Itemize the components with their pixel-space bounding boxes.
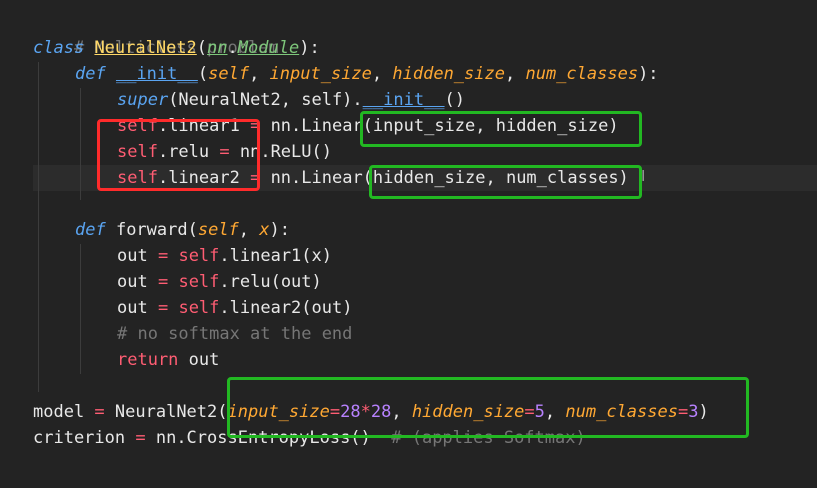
dunder-init: __init__ xyxy=(362,90,445,110)
self-keyword: self xyxy=(178,272,220,292)
code-line-3[interactable]: def __init__(self, input_size, hidden_si… xyxy=(75,61,659,87)
code-text: () xyxy=(444,90,466,110)
code-text: .linear1(x) xyxy=(219,246,332,266)
comment: # no softmax at the end xyxy=(117,324,353,344)
comment: # (applies Softmax) xyxy=(370,428,586,448)
code-line-5[interactable]: self.linear1 = nn.Linear(input_size, hid… xyxy=(117,113,619,139)
punct: ): xyxy=(638,64,659,84)
keyword-class: class xyxy=(33,38,85,58)
module-name: Module xyxy=(237,38,300,58)
operator: = xyxy=(524,402,535,422)
code-line-2[interactable]: class NeuralNet2(nn.Module): xyxy=(33,35,320,61)
code-line-17[interactable]: criterion = nn.CrossEntropyLoss() # (app… xyxy=(33,425,586,451)
code-text: nn.CrossEntropyLoss() xyxy=(145,428,371,448)
keyword-def: def xyxy=(75,64,106,84)
operator: = xyxy=(135,428,146,448)
number: 28 xyxy=(370,402,392,422)
code-line-1[interactable]: # Multiclass problem xyxy=(33,9,279,58)
indent-guide xyxy=(80,88,81,200)
keyword-def: def xyxy=(75,220,106,240)
param-input-size: input_size xyxy=(269,64,372,84)
code-line-4[interactable]: super(NeuralNet2, self).__init__() xyxy=(117,87,465,113)
function-name: forward( xyxy=(105,220,198,240)
builtin-super: super xyxy=(117,90,169,110)
code-line-10[interactable]: out = self.linear1(x) xyxy=(117,243,332,269)
number: 3 xyxy=(688,402,699,422)
operator: = xyxy=(94,402,105,422)
param-self: self xyxy=(208,64,250,84)
self-keyword: self xyxy=(117,116,158,136)
self-keyword: self xyxy=(178,246,220,266)
indent-guide xyxy=(80,244,81,374)
code-text: criterion xyxy=(33,428,136,448)
code-line-6[interactable]: self.relu = nn.ReLU() xyxy=(117,139,332,165)
self-keyword: self xyxy=(117,142,158,162)
operator: = xyxy=(329,402,341,422)
punct: , xyxy=(544,402,566,422)
punct: , xyxy=(504,64,526,84)
code-text: .linear2 xyxy=(157,168,251,188)
punct: . xyxy=(227,38,238,58)
code-text: nn.Linear(input_size, hidden_size) xyxy=(260,116,619,136)
code-text: (NeuralNet2, self). xyxy=(168,90,363,110)
code-text: out xyxy=(117,298,158,318)
text-cursor-icon: I xyxy=(641,167,646,185)
kwarg-hidden-size: hidden_size xyxy=(411,402,525,422)
kwarg-num-classes: num_classes xyxy=(565,402,678,422)
operator: = xyxy=(219,142,230,162)
param-self: self xyxy=(197,220,239,240)
code-line-12[interactable]: out = self.linear2(out) xyxy=(117,295,352,321)
code-line-14[interactable]: return out xyxy=(117,347,219,373)
indent-guide xyxy=(38,62,39,392)
param-num-classes: num_classes xyxy=(525,64,639,84)
code-text: .linear1 xyxy=(157,116,251,136)
operator: = xyxy=(157,246,169,266)
param-hidden-size: hidden_size xyxy=(392,64,505,84)
operator: = xyxy=(157,298,169,318)
punct: , xyxy=(371,64,393,84)
operator: = xyxy=(157,272,169,292)
punct: ): xyxy=(299,38,320,58)
class-name: NeuralNet2 xyxy=(94,38,197,58)
punct: , xyxy=(391,402,412,422)
code-line-11[interactable]: out = self.relu(out) xyxy=(117,269,322,295)
punct: ) xyxy=(698,402,709,422)
operator: * xyxy=(360,402,371,422)
code-text: nn.Linear(hidden_size, num_classes) xyxy=(260,168,629,188)
code-text: .relu(out) xyxy=(219,272,322,292)
code-text: NeuralNet2( xyxy=(104,402,228,422)
punct: ( xyxy=(196,38,208,58)
punct: , xyxy=(238,220,260,240)
punct: ( xyxy=(197,64,209,84)
code-line-7[interactable]: self.linear2 = nn.Linear(hidden_size, nu… xyxy=(117,165,629,191)
operator: = xyxy=(250,116,261,136)
keyword-return: return xyxy=(117,350,179,370)
code-line-13[interactable]: # no softmax at the end xyxy=(117,321,352,347)
punct: ): xyxy=(269,220,291,240)
code-line-9[interactable]: def forward(self, x): xyxy=(75,217,290,243)
code-text: .relu xyxy=(157,142,220,162)
code-text: .linear2(out) xyxy=(219,298,353,318)
code-text: model xyxy=(33,402,95,422)
param-x: x xyxy=(259,220,270,240)
code-text: nn.ReLU() xyxy=(229,142,332,162)
code-text: out xyxy=(117,272,158,292)
self-keyword: self xyxy=(178,298,220,318)
number: 28 xyxy=(340,402,361,422)
code-text: out xyxy=(117,246,158,266)
operator: = xyxy=(677,402,689,422)
code-text: out xyxy=(178,350,220,370)
self-keyword: self xyxy=(117,168,158,188)
code-line-16[interactable]: model = NeuralNet2(input_size=28*28, hid… xyxy=(33,399,709,425)
number: 5 xyxy=(534,402,545,422)
operator: = xyxy=(250,168,261,188)
kwarg-input-size: input_size xyxy=(227,402,330,422)
code-editor[interactable]: # Multiclass problem class NeuralNet2(nn… xyxy=(0,0,817,488)
punct: , xyxy=(249,64,270,84)
module-name: nn xyxy=(207,38,228,58)
function-name: __init__ xyxy=(115,64,198,84)
